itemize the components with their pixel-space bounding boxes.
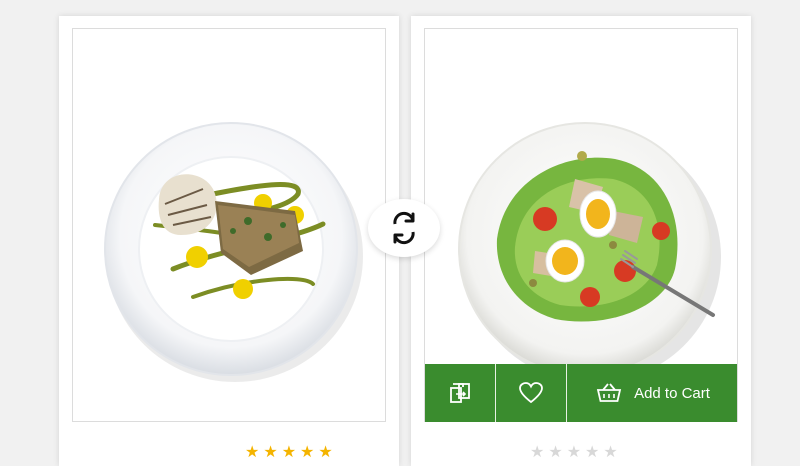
product-card-left: ★ ★ ★ ★ ★ [59, 16, 399, 466]
product-image-frame[interactable] [72, 28, 386, 422]
star-icon: ★ [300, 444, 315, 461]
swap-icon [393, 211, 415, 245]
swap-products-button[interactable] [368, 199, 440, 257]
star-icon: ★ [245, 444, 260, 461]
wishlist-button[interactable] [496, 364, 567, 422]
product-card-right: Add to Cart ★ ★ ★ ★ ★ [411, 16, 751, 466]
product-image-frame[interactable] [424, 28, 738, 422]
egg-salad-plate-image [458, 122, 721, 383]
star-icon: ★ [548, 444, 563, 461]
star-icon: ★ [281, 444, 297, 461]
star-icon: ★ [318, 444, 333, 461]
fish-fillet-plate-image [104, 122, 363, 382]
rating-stars: ★ ★ ★ ★ ★ [245, 445, 333, 461]
rating-stars: ★ ★ ★ ★ ★ [530, 445, 618, 461]
compare-button[interactable] [425, 364, 496, 422]
star-icon: ★ [603, 444, 618, 461]
add-to-cart-button[interactable]: Add to Cart [567, 364, 737, 422]
add-to-cart-label: Add to Cart [634, 384, 710, 402]
star-icon: ★ [530, 444, 545, 461]
star-icon: ★ [263, 444, 278, 461]
basket-icon [596, 383, 622, 402]
product-action-bar: Add to Cart [425, 364, 737, 422]
compare-icon [450, 383, 470, 403]
star-icon: ★ [585, 444, 600, 461]
star-icon: ★ [566, 444, 582, 461]
heart-icon [519, 382, 543, 404]
